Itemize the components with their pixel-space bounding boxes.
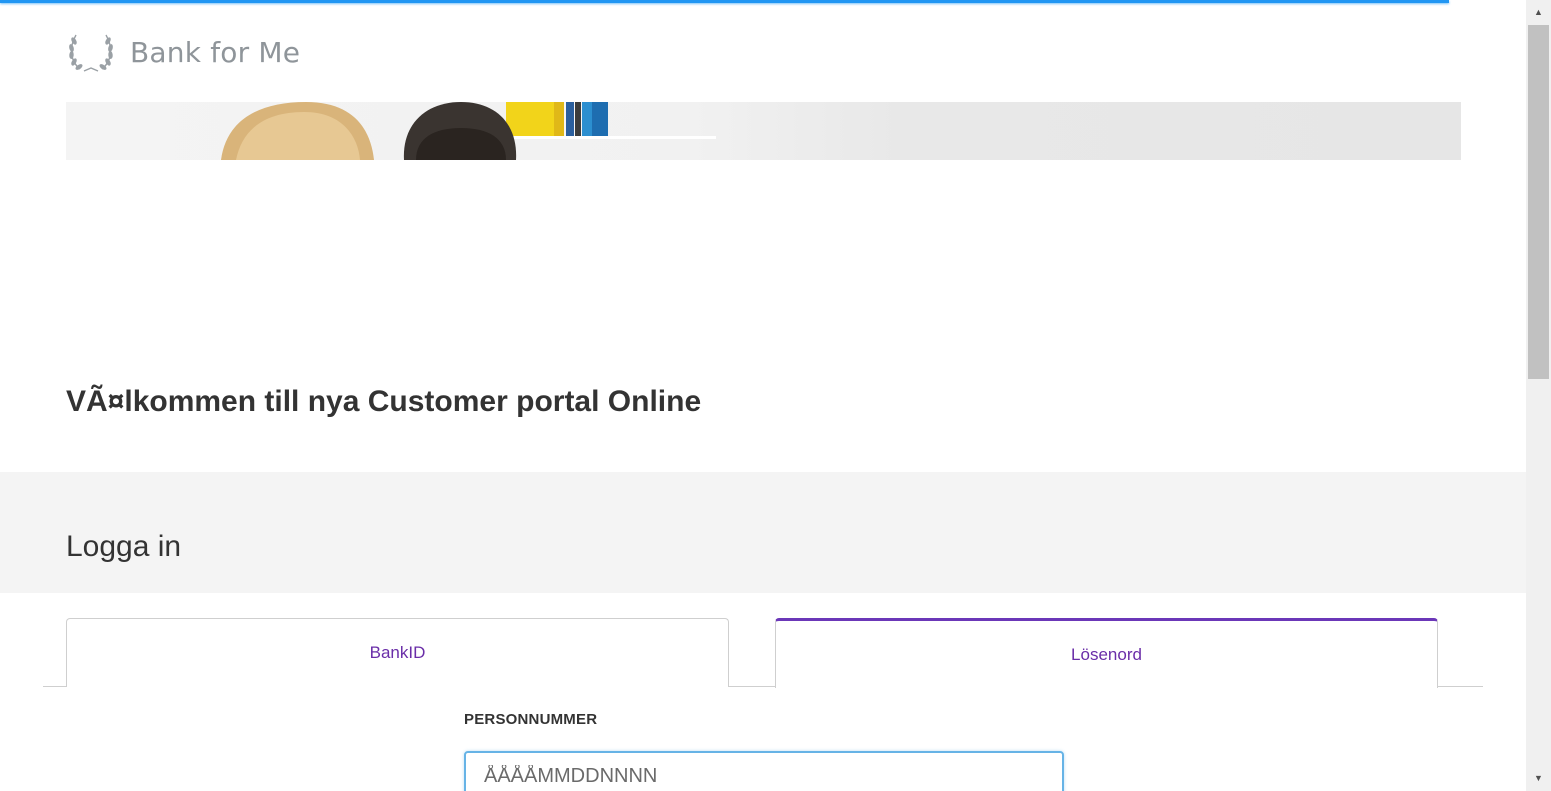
tab-bankid-label: BankID [369,643,426,662]
tab-bankid[interactable]: BankID [66,618,729,687]
scroll-down-arrow-icon[interactable]: ▼ [1526,766,1551,791]
laurel-logo-icon [69,34,113,72]
hero-image [66,102,1461,160]
login-section-header: Logga in [0,472,1526,593]
brand-name: Bank for Me [130,35,301,69]
tab-losenord-label: Lösenord [1071,645,1142,664]
vertical-scrollbar[interactable]: ▲ ▼ [1526,0,1551,791]
tab-losenord[interactable]: Lösenord [775,618,1438,689]
welcome-heading: VÃ¤lkommen till nya Customer portal Onli… [66,385,702,418]
personnummer-label: PERSONNUMMER [464,711,598,728]
page: Bank for Me VÃ¤lkommen till nya Customer… [0,0,1551,791]
hero-people-illustration [221,102,716,160]
login-title: Logga in [66,530,182,563]
loading-progress-bar [0,0,1449,3]
brand-logo[interactable]: Bank for Me [66,28,300,76]
scroll-up-arrow-icon[interactable]: ▲ [1526,0,1551,25]
personnummer-input[interactable] [464,751,1064,791]
scroll-thumb[interactable] [1528,25,1549,379]
